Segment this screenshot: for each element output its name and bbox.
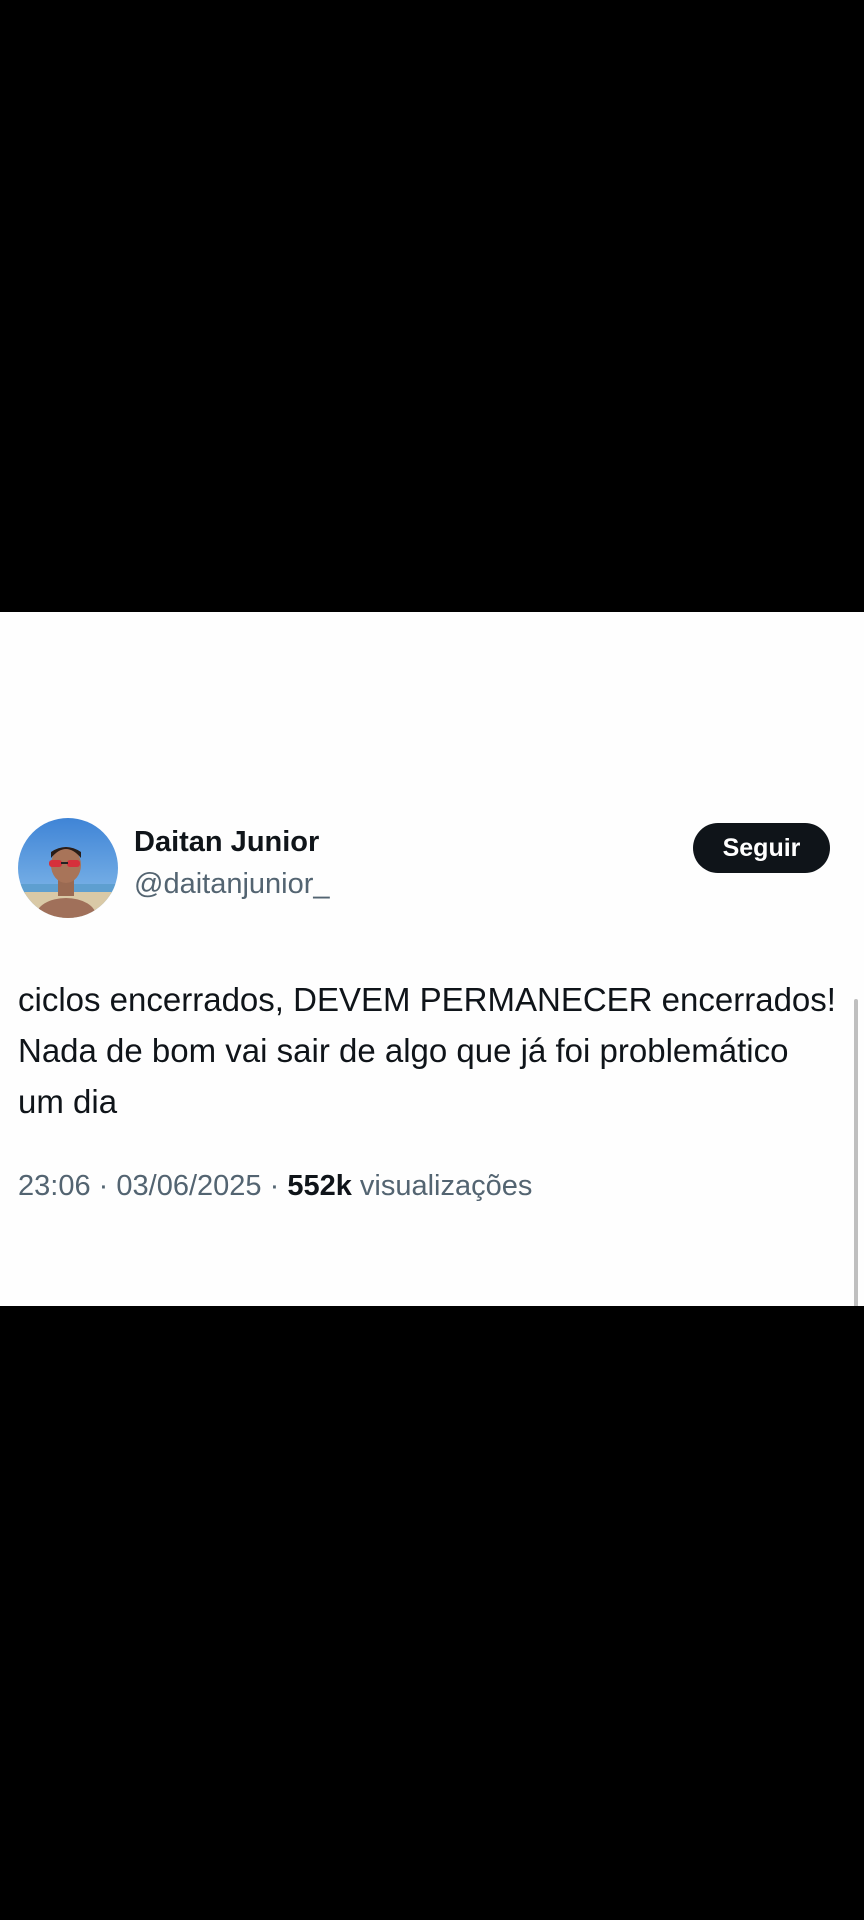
avatar[interactable] xyxy=(18,818,118,918)
bottom-black-band xyxy=(0,1306,864,1920)
screenshot-frame: Daitan Junior @daitanjunior_ Seguir cicl… xyxy=(0,0,864,1920)
tweet-text: ciclos encerrados, DEVEM PERMANECER ence… xyxy=(18,981,836,1120)
tweet-meta: 23:06 · 03/06/2025 · 552k visualizações xyxy=(18,1170,532,1203)
author-display-name[interactable]: Daitan Junior xyxy=(134,826,319,859)
meta-separator: · xyxy=(98,1170,109,1202)
profile-photo-icon xyxy=(18,818,118,918)
meta-separator: · xyxy=(269,1170,280,1202)
author-handle[interactable]: @daitanjunior_ xyxy=(134,868,330,901)
views-label: visualizações xyxy=(359,1170,533,1202)
views-count: 552k xyxy=(287,1170,352,1202)
top-black-band xyxy=(0,0,864,612)
follow-button[interactable]: Seguir xyxy=(693,823,830,873)
tweet-date[interactable]: 03/06/2025 xyxy=(116,1170,261,1202)
tweet-card: Daitan Junior @daitanjunior_ Seguir cicl… xyxy=(0,806,864,1422)
tweet-panel: Daitan Junior @daitanjunior_ Seguir cicl… xyxy=(0,612,864,1422)
tweet-time[interactable]: 23:06 xyxy=(18,1170,91,1202)
